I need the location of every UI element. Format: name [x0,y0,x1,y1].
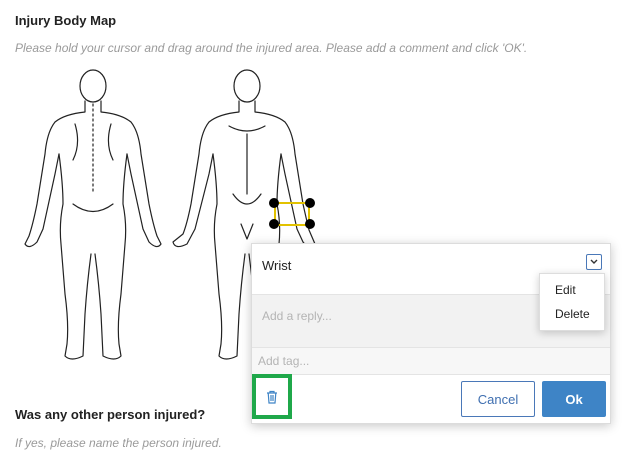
tag-area [252,347,610,375]
trash-icon [267,390,277,404]
delete-button[interactable] [252,374,292,419]
back-figure [24,69,162,360]
menu-item-edit[interactable]: Edit [555,283,576,297]
cancel-button[interactable]: Cancel [461,381,535,417]
resize-handle-bottom-right[interactable] [305,219,315,229]
resize-handle-bottom-left[interactable] [269,219,279,229]
comment-text: Wrist [262,258,292,273]
chevron-down-icon[interactable] [586,254,602,270]
comment-menu: Edit Delete [539,273,605,331]
resize-handle-top-left[interactable] [269,198,279,208]
tag-input[interactable] [258,354,558,368]
menu-item-delete[interactable]: Delete [555,307,590,321]
reply-input[interactable] [262,309,542,323]
question-label: Was any other person injured? [15,407,206,422]
page-title: Injury Body Map [15,13,117,28]
question-hint: If yes, please name the person injured. [15,436,222,450]
ok-button[interactable]: Ok [542,381,606,417]
annotation-popup: Wrist Cancel Ok [251,243,611,424]
resize-handle-top-right[interactable] [305,198,315,208]
instructions-text: Please hold your cursor and drag around … [15,41,528,55]
